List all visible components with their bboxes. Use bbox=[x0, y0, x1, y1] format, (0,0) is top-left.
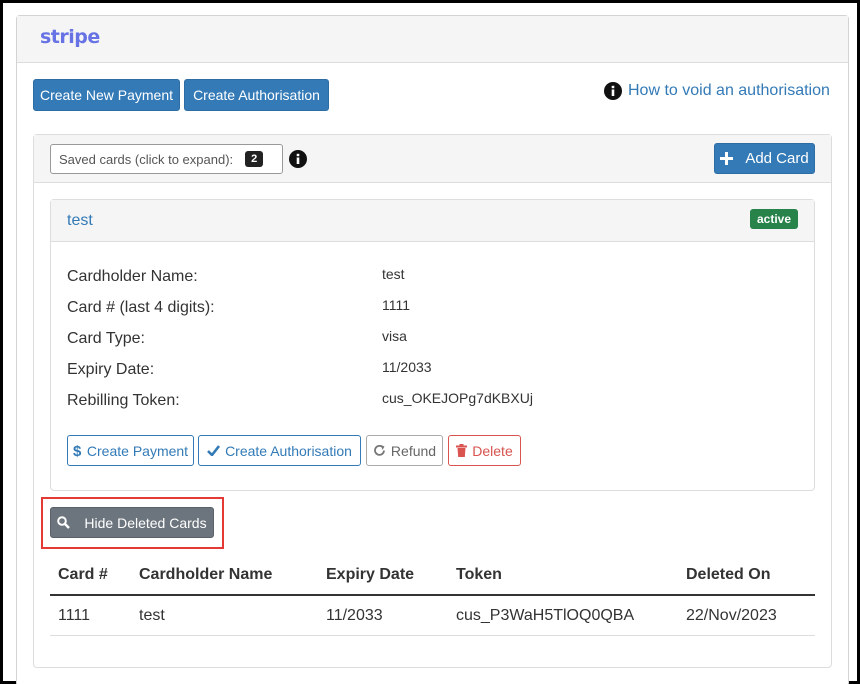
card-type-value: visa bbox=[382, 328, 407, 344]
saved-cards-header: Saved cards (click to expand): 2 bbox=[34, 135, 831, 183]
svg-text:$: $ bbox=[73, 443, 82, 458]
info-icon bbox=[604, 82, 622, 100]
row-deleted-on: 22/Nov/2023 bbox=[686, 607, 777, 624]
column-expiry-date: Expiry Date bbox=[326, 566, 415, 583]
rebilling-token-value: cus_OKEJOPg7dKBXUj bbox=[382, 390, 533, 406]
status-badge: active bbox=[749, 209, 798, 229]
stripe-logo: stripe bbox=[40, 26, 100, 48]
void-authorisation-help-label: How to void an authorisation bbox=[628, 82, 830, 99]
column-card-number: Card # bbox=[58, 566, 108, 583]
cardholder-name-label: Cardholder Name: bbox=[67, 268, 198, 285]
dollar-icon: $ bbox=[73, 443, 82, 458]
row-cardholder-name: test bbox=[139, 607, 165, 624]
column-deleted-on: Deleted On bbox=[686, 566, 771, 583]
create-authorisation-button[interactable]: Create Authorisation bbox=[184, 79, 329, 111]
hide-deleted-cards-button[interactable]: Hide Deleted Cards bbox=[50, 507, 214, 538]
plus-icon bbox=[720, 152, 734, 165]
expiry-date-value: 11/2033 bbox=[382, 359, 432, 375]
row-token: cus_P3WaH5TlOQ0QBA bbox=[456, 607, 635, 624]
refresh-icon bbox=[374, 444, 385, 456]
table-header-rule bbox=[50, 594, 815, 596]
row-expiry-date: 11/2033 bbox=[326, 607, 383, 624]
create-payment-button[interactable]: $ Create Payment bbox=[67, 435, 194, 466]
trash-icon bbox=[456, 444, 468, 457]
column-cardholder-name: Cardholder Name bbox=[139, 566, 273, 583]
saved-cards-label: Saved cards (click to expand): bbox=[59, 151, 234, 167]
saved-cards-toggle[interactable]: Saved cards (click to expand): 2 bbox=[50, 144, 283, 174]
delete-button[interactable]: Delete bbox=[448, 435, 521, 466]
column-token: Token bbox=[456, 566, 502, 583]
table-row-rule bbox=[50, 635, 815, 636]
delete-label: Delete bbox=[472, 442, 513, 459]
card-title[interactable]: test bbox=[67, 212, 93, 230]
card-type-label: Card Type: bbox=[67, 330, 145, 347]
expiry-date-label: Expiry Date: bbox=[67, 361, 155, 378]
search-icon bbox=[57, 516, 71, 529]
refund-button[interactable]: Refund bbox=[366, 435, 443, 466]
refund-label: Refund bbox=[390, 442, 437, 459]
panel-header: stripe bbox=[17, 16, 848, 63]
card-number-value: 1111 bbox=[382, 297, 411, 313]
create-authorisation-label: Create Authorisation bbox=[225, 442, 352, 459]
check-icon bbox=[207, 445, 221, 456]
create-new-payment-button[interactable]: Create New Payment bbox=[33, 79, 180, 111]
add-card-button[interactable]: Add Card bbox=[714, 143, 815, 174]
saved-cards-count-badge: 2 bbox=[245, 151, 264, 167]
cardholder-name-value: test bbox=[382, 266, 405, 282]
rebilling-token-label: Rebilling Token: bbox=[67, 392, 180, 409]
info-icon[interactable] bbox=[289, 150, 307, 168]
saved-card-header[interactable]: test active bbox=[51, 200, 814, 242]
hide-deleted-cards-label: Hide Deleted Cards bbox=[84, 514, 207, 531]
void-authorisation-help-link[interactable]: How to void an authorisation bbox=[604, 82, 830, 100]
row-card-number: 1111 bbox=[58, 607, 91, 624]
create-payment-label: Create Payment bbox=[86, 442, 189, 459]
create-card-authorisation-button[interactable]: Create Authorisation bbox=[198, 435, 361, 466]
card-number-label: Card # (last 4 digits): bbox=[67, 299, 215, 316]
add-card-label: Add Card bbox=[745, 150, 809, 167]
